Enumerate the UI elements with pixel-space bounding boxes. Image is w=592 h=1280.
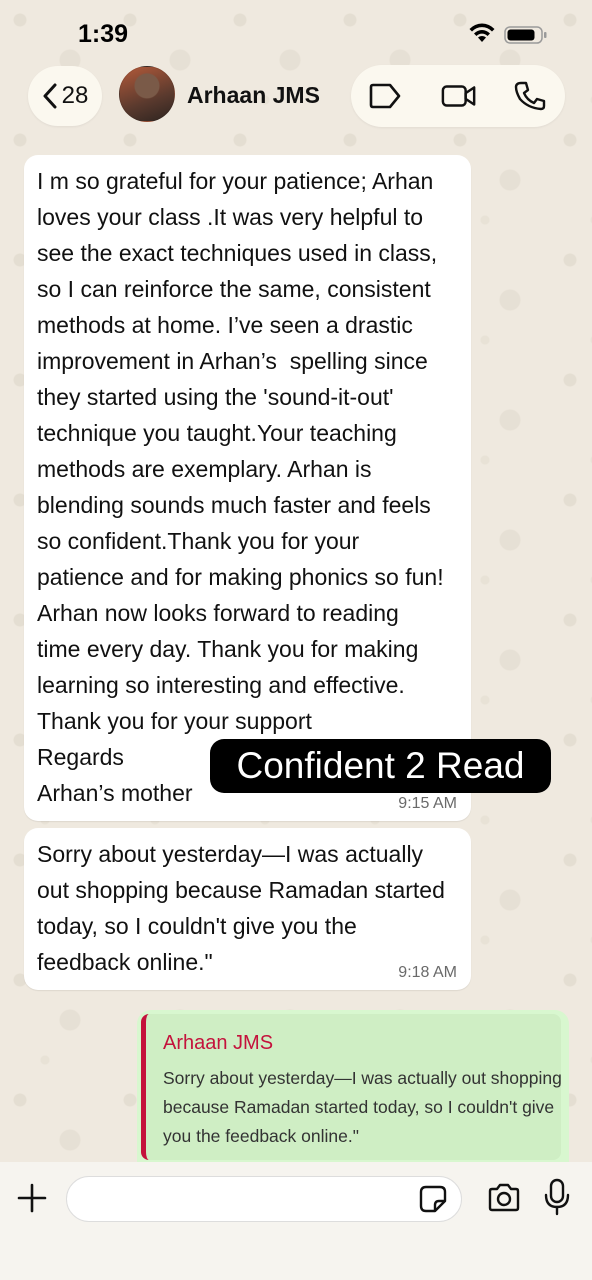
unread-count: 28 <box>61 82 89 109</box>
quoted-reply[interactable]: Arhaan JMS Sorry about yesterday—I was a… <box>141 1014 562 1160</box>
microphone-icon[interactable] <box>542 1178 572 1216</box>
status-bar: 1:39 <box>0 0 592 62</box>
wifi-icon <box>469 23 495 42</box>
quoted-author: Arhaan JMS <box>163 1032 274 1054</box>
message-composer <box>0 1162 592 1280</box>
message-time: 9:18 AM <box>398 964 457 981</box>
camera-icon[interactable] <box>486 1182 522 1214</box>
battery-icon <box>504 26 547 44</box>
outgoing-message[interactable]: Arhaan JMS Sorry about yesterday—I was a… <box>137 1010 569 1162</box>
sticker-icon[interactable] <box>418 1184 448 1214</box>
message-time: 9:15 AM <box>398 795 457 812</box>
contact-name[interactable]: Arhaan JMS <box>187 82 320 109</box>
video-call-icon[interactable] <box>441 80 477 112</box>
chevron-left-icon <box>43 83 57 109</box>
watermark-label: Confident 2 Read <box>210 739 551 793</box>
back-button[interactable]: 28 <box>28 66 102 126</box>
avatar[interactable] <box>119 66 175 122</box>
quoted-text: Sorry about yesterday—I was actually out… <box>163 1068 562 1146</box>
message-input[interactable] <box>66 1176 462 1222</box>
message-text: I m so grateful for your patience; Arhan… <box>37 168 444 806</box>
status-time: 1:39 <box>78 20 129 48</box>
header-actions <box>351 65 565 127</box>
plus-icon[interactable] <box>16 1182 48 1214</box>
message-text: Sorry about yesterday—I was actually out… <box>37 841 445 975</box>
chat-header: 28 Arhaan JMS <box>0 62 592 132</box>
incoming-message[interactable]: I m so grateful for your patience; Arhan… <box>24 155 471 821</box>
label-tag-icon[interactable] <box>367 80 403 112</box>
phone-call-icon[interactable] <box>513 80 549 112</box>
incoming-message[interactable]: Sorry about yesterday—I was actually out… <box>24 828 471 990</box>
